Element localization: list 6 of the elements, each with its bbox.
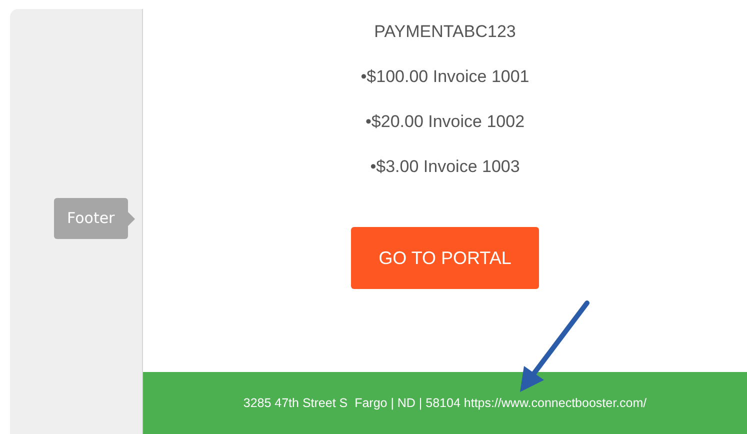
payment-reference: PAYMENTABC123 bbox=[374, 21, 516, 43]
footer-address: 3285 47th Street S Fargo | ND | 58104 https://www.connectbooster.com/ bbox=[243, 396, 647, 410]
invoice-line: •$3.00 Invoice 1003 bbox=[370, 156, 520, 178]
invoice-line: •$100.00 Invoice 1001 bbox=[360, 66, 530, 88]
invoice-line: •$20.00 Invoice 1002 bbox=[365, 111, 525, 133]
go-to-portal-button[interactable]: GO TO PORTAL bbox=[351, 227, 539, 289]
